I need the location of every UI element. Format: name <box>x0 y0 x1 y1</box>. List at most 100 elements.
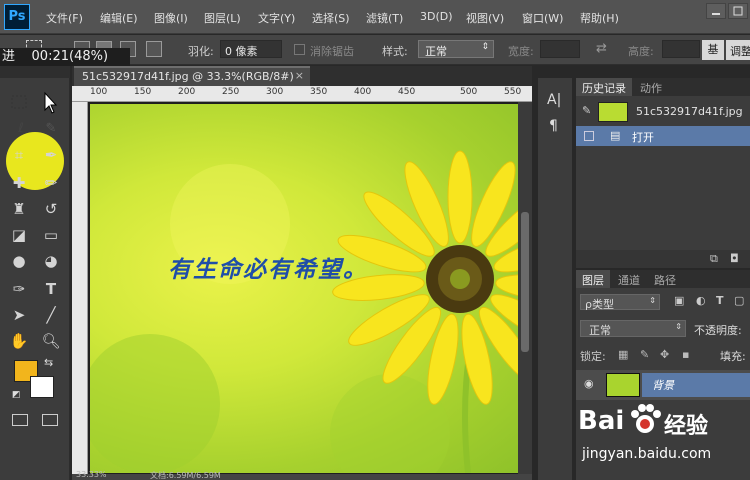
close-tab-icon[interactable]: × <box>295 69 304 82</box>
menu-file[interactable]: 文件(F) <box>46 10 83 26</box>
lasso-tool[interactable]: ℓ <box>10 118 32 140</box>
swap-colors-icon[interactable]: ⇆ <box>44 356 53 369</box>
layer-kind-filter[interactable]: ρ类型 ⇕ <box>580 294 660 311</box>
line-tool[interactable]: ╱ <box>40 304 62 326</box>
crop-tool[interactable]: ⌗ <box>8 144 30 166</box>
antialias-checkbox[interactable] <box>294 44 305 55</box>
status-bar: 33.33% 文档:6.59M/6.59M <box>72 470 532 480</box>
menu-view[interactable]: 视图(V) <box>466 10 504 26</box>
scroll-thumb[interactable] <box>521 212 529 352</box>
style-select[interactable]: 正常 ⇕ <box>418 40 494 58</box>
filter-pixel-icon[interactable]: ▣ <box>674 294 684 307</box>
ruler-tick: 500 <box>460 87 478 97</box>
filter-type-icon[interactable]: T <box>716 294 724 307</box>
type-tool[interactable]: T <box>40 278 62 300</box>
paragraph-panel-icon[interactable]: ¶ <box>549 118 558 134</box>
height-input[interactable] <box>662 40 700 58</box>
menu-filter[interactable]: 滤镜(T) <box>366 10 403 26</box>
filter-shape-icon[interactable]: ▢ <box>734 294 744 307</box>
zoom-tool[interactable]: 🔍︎ <box>40 330 62 352</box>
watermark-url: jingyan.baidu.com <box>582 446 712 462</box>
gradient-tool[interactable]: ▭ <box>40 224 62 246</box>
tab-layers[interactable]: 图层 <box>576 270 610 288</box>
layer-row-background[interactable]: ◉ 背景 <box>576 370 750 400</box>
menu-layer[interactable]: 图层(L) <box>204 10 241 26</box>
tab-actions[interactable]: 动作 <box>634 78 668 96</box>
tab-channels[interactable]: 通道 <box>612 270 646 288</box>
blur-tool[interactable]: ● <box>8 250 30 272</box>
menu-help[interactable]: 帮助(H) <box>580 10 619 26</box>
tab-history[interactable]: 历史记录 <box>576 78 632 96</box>
lasso-icon: ℓ <box>18 121 24 136</box>
lock-transparency-icon[interactable]: ▦ <box>618 348 628 361</box>
history-step-label: 打开 <box>632 131 654 144</box>
screen-mode-icon[interactable] <box>42 414 58 426</box>
line-icon: ╱ <box>46 306 56 324</box>
hand-tool[interactable]: ✋ <box>8 330 30 352</box>
lock-all-icon[interactable]: ▪ <box>682 348 689 361</box>
eraser-tool[interactable]: ◪ <box>8 224 30 246</box>
history-brush-tool[interactable]: ↺ <box>40 198 62 220</box>
visibility-eye-icon[interactable]: ◉ <box>584 377 594 390</box>
layer-name-highlight: 背景 <box>642 373 750 397</box>
image-caption-text: 有生命必有希望。 <box>168 256 368 283</box>
history-footer: ⧉ ◘ <box>576 250 750 268</box>
menu-select[interactable]: 选择(S) <box>312 10 350 26</box>
horizontal-ruler: 100 150 200 250 300 350 400 450 500 550 <box>72 86 532 102</box>
camera-icon[interactable]: ◘ <box>730 252 739 265</box>
move-tool[interactable] <box>38 90 60 114</box>
eyedropper-tool[interactable]: ✒ <box>40 144 62 166</box>
swap-icon[interactable]: ⇄ <box>596 41 607 56</box>
quick-mask-icon[interactable] <box>12 414 28 426</box>
dodge-tool[interactable]: ◕ <box>40 250 62 272</box>
new-snapshot-icon[interactable]: ⧉ <box>710 252 718 266</box>
history-brush-icon: ↺ <box>44 200 58 218</box>
maximize-icon <box>733 6 743 16</box>
vertical-scrollbar[interactable] <box>518 102 532 474</box>
sunflower-image[interactable]: 有生命必有希望。 <box>90 104 518 473</box>
rect-marquee-tool[interactable] <box>8 92 30 114</box>
menu-3d[interactable]: 3D(D) <box>420 10 453 23</box>
path-select-tool[interactable]: ➤ <box>8 304 30 326</box>
brush-tool[interactable]: ✏ <box>40 172 62 194</box>
pen-tool[interactable]: ✑ <box>8 278 30 300</box>
zoom-status[interactable]: 33.33% <box>76 470 107 479</box>
history-brush-source-icon[interactable]: ✎ <box>582 104 591 117</box>
feather-input[interactable]: 0 像素 <box>220 40 282 58</box>
background-color-swatch[interactable] <box>30 376 54 398</box>
refine-edge-button[interactable]: 调整 <box>726 40 750 60</box>
lock-position-icon[interactable]: ✥ <box>660 348 669 361</box>
history-step-row[interactable]: ▤ 打开 <box>576 126 750 146</box>
menu-edit[interactable]: 编辑(E) <box>100 10 138 26</box>
width-input[interactable] <box>540 40 580 58</box>
menu-window[interactable]: 窗口(W) <box>522 10 563 26</box>
default-colors-icon[interactable]: ◩ <box>12 390 21 400</box>
lock-pixels-icon[interactable]: ✎ <box>640 348 649 361</box>
history-step-checkbox[interactable] <box>584 131 594 141</box>
minimize-button[interactable] <box>706 3 726 19</box>
tab-paths[interactable]: 路径 <box>648 270 682 288</box>
ruler-tick: 250 <box>222 87 240 97</box>
antialias-label: 消除锯齿 <box>310 45 354 58</box>
blend-mode-select[interactable]: 正常 ⇕ <box>580 320 686 337</box>
clone-stamp-tool[interactable]: ♜ <box>8 198 30 220</box>
healing-brush-tool[interactable]: ✚ <box>8 172 30 194</box>
dodge-icon: ◕ <box>44 252 58 270</box>
progress-overlay: 进 00:21(48%) <box>0 48 130 66</box>
crop-icon: ⌗ <box>14 146 24 164</box>
menu-type[interactable]: 文字(Y) <box>258 10 295 26</box>
document-tab[interactable]: 51c532917d41f.jpg @ 33.3%(RGB/8#) × <box>74 66 310 86</box>
intersect-selection-icon[interactable] <box>146 41 162 57</box>
tools-panel-grip[interactable] <box>0 66 70 78</box>
maximize-button[interactable] <box>728 3 748 19</box>
history-snapshot-row[interactable]: ✎ 51c532917d41f.jpg <box>576 100 750 124</box>
filter-adjustment-icon[interactable]: ◐ <box>696 294 706 307</box>
character-panel-icon[interactable]: A| <box>547 92 561 108</box>
layer-thumbnail <box>606 373 640 397</box>
quick-select-tool[interactable]: ✎ <box>40 118 62 140</box>
menu-image[interactable]: 图像(I) <box>154 10 188 26</box>
width-label: 宽度: <box>508 45 534 58</box>
refine-partial-button[interactable]: 基 <box>702 40 724 60</box>
style-label: 样式: <box>382 45 408 58</box>
style-select-value: 正常 <box>425 45 447 58</box>
